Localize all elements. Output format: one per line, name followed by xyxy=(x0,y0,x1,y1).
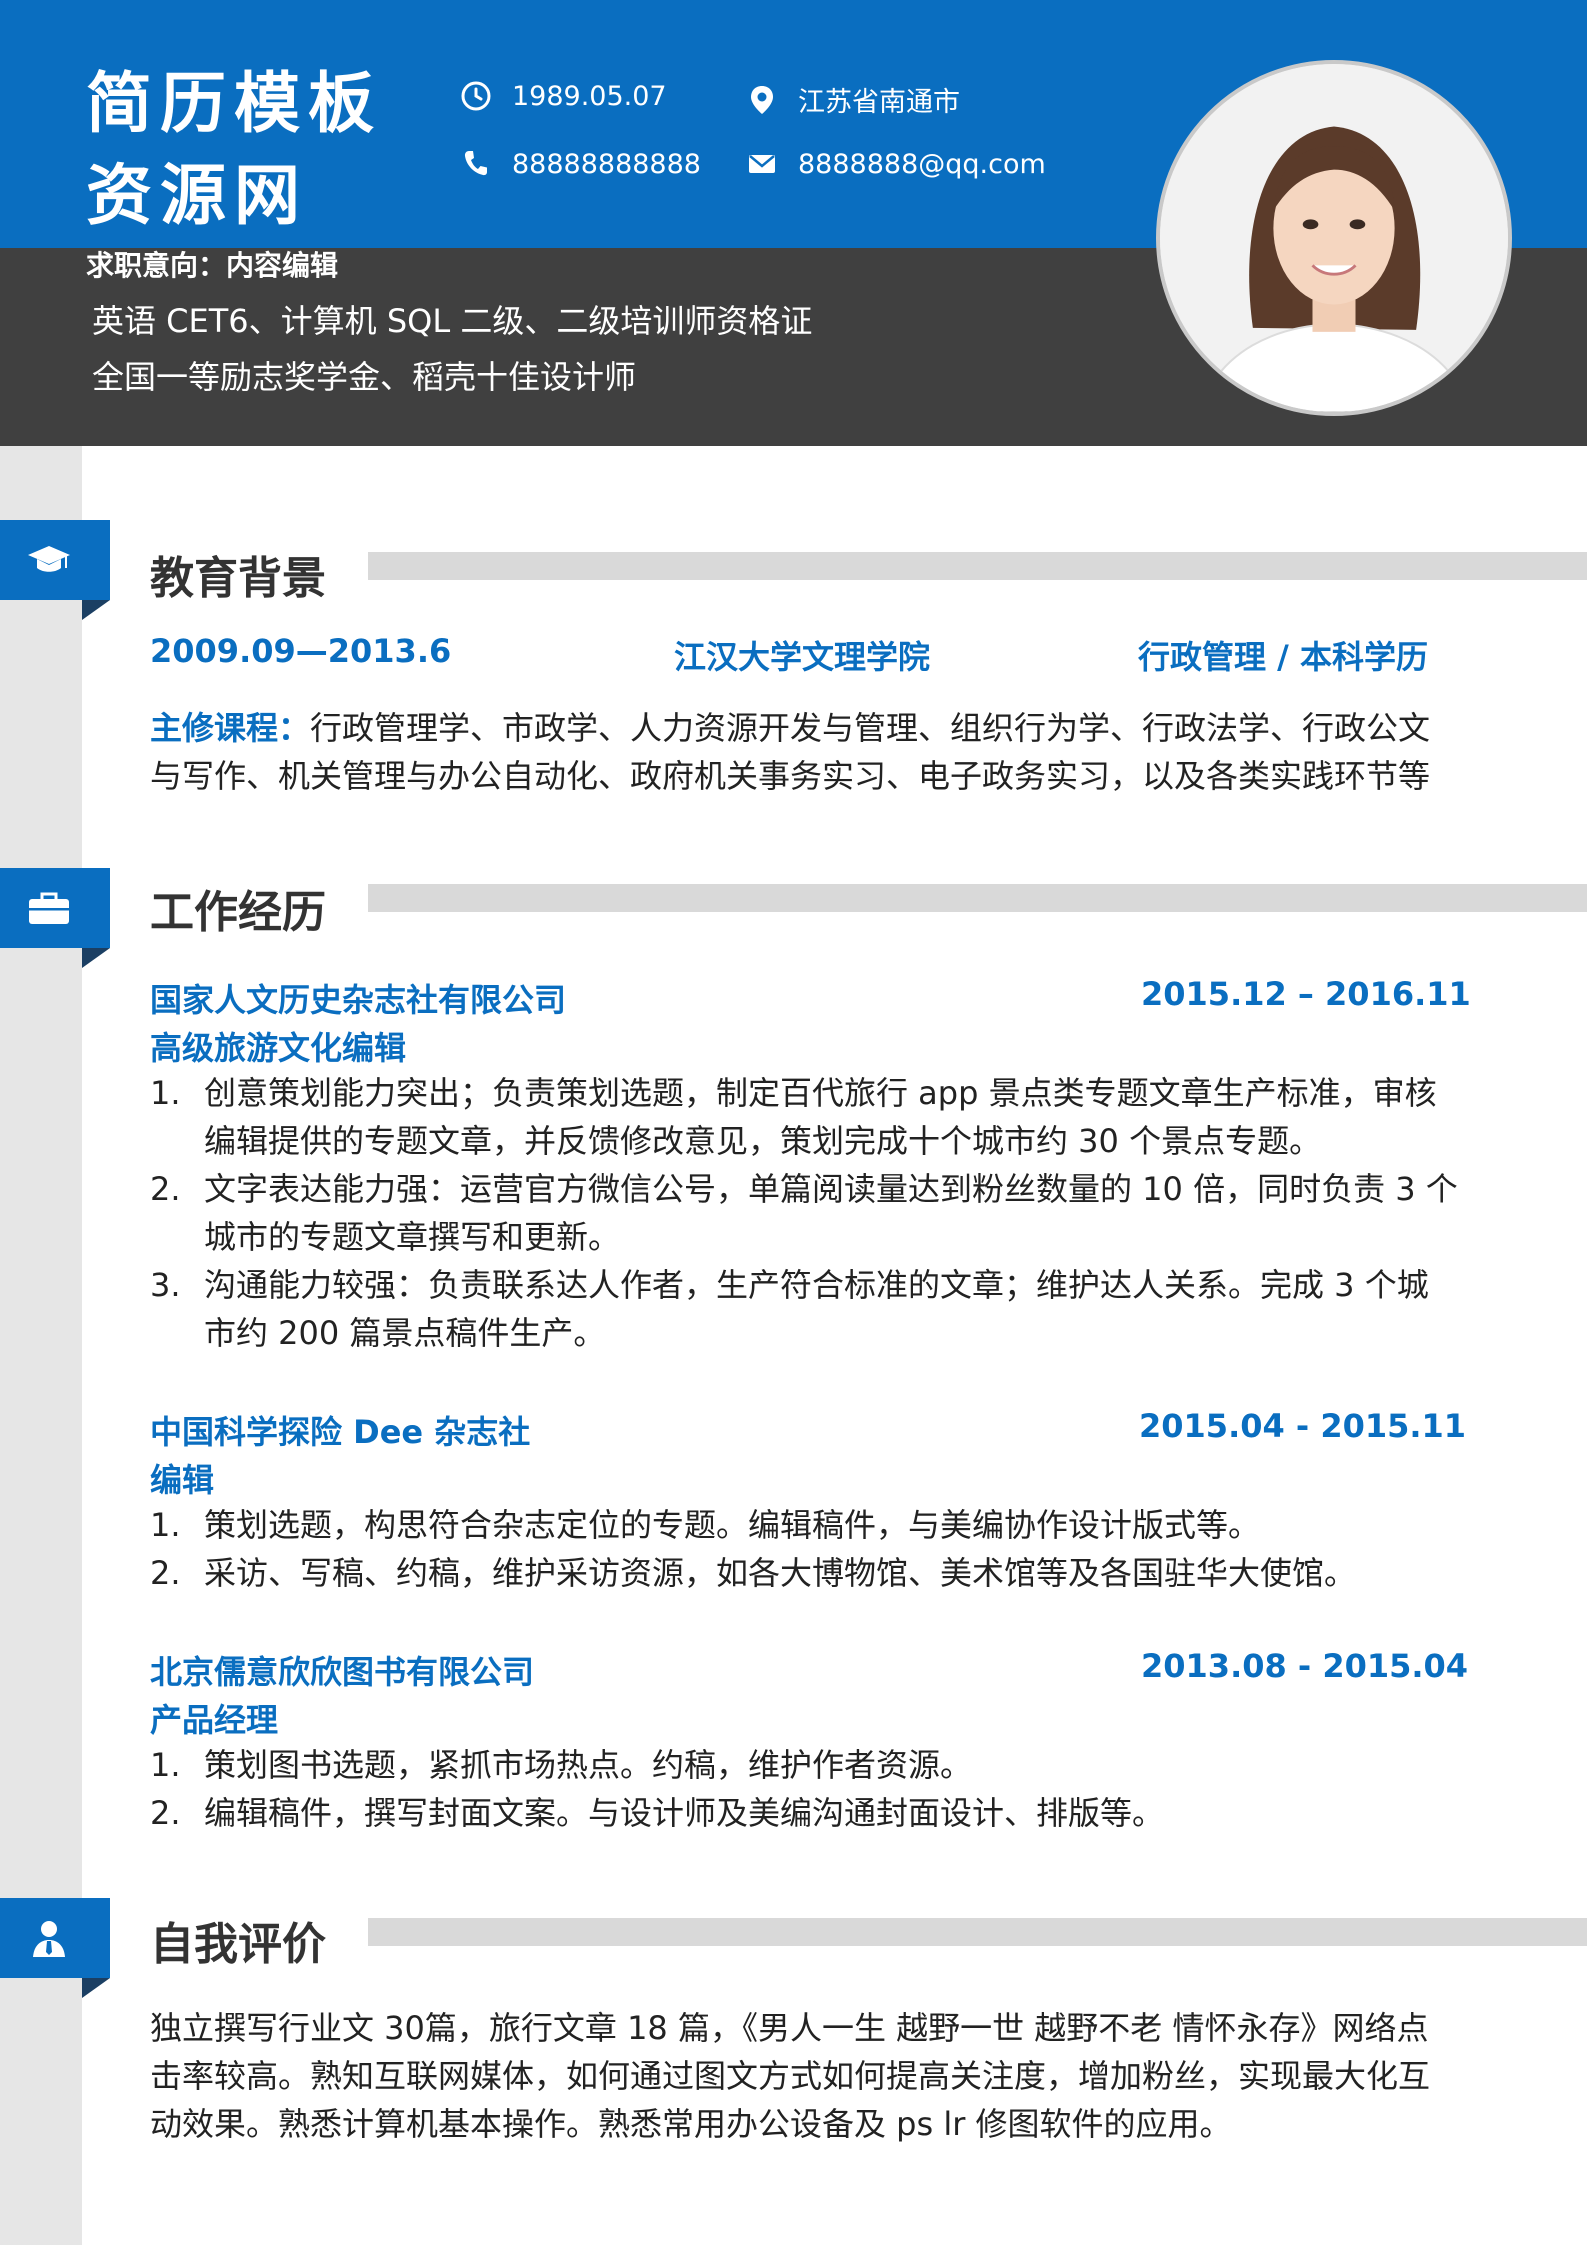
education-section-flag xyxy=(0,520,110,620)
email-address: 8888888@qq.com xyxy=(798,148,1046,180)
list-number: 2. xyxy=(150,1794,181,1832)
job-role: 高级旅游文化编辑 xyxy=(150,1029,407,1067)
job-company: 中国科学探险 Dee 杂志社 xyxy=(150,1413,531,1451)
job-company: 北京儒意欣欣图书有限公司 xyxy=(150,1653,535,1691)
education-title-bar xyxy=(368,552,1587,580)
list-text: 策划图书选题，紧抓市场热点。约稿，维护作者资源。 xyxy=(204,1746,973,1784)
list-item: 2. 编辑稿件，撰写封面文案。与设计师及美编沟通封面设计、排版等。 xyxy=(150,1789,1460,1837)
certificates-line: 英语 CET6、计算机 SQL 二级、二级培训师资格证 xyxy=(92,302,813,340)
education-period: 2009.09—2013.6 xyxy=(150,632,452,670)
profile-photo xyxy=(1156,60,1512,416)
portrait-image xyxy=(1160,64,1508,412)
list-text: 沟通能力较强：负责联系达人作者，生产符合标准的文章；维护达人关系。完成 3 个城… xyxy=(204,1266,1429,1352)
courses-text: 行政管理学、市政学、人力资源开发与管理、组织行为学、行政法学、行政公文与写作、机… xyxy=(150,709,1431,795)
job-role: 产品经理 xyxy=(150,1701,279,1739)
job-period: 2015.12 – 2016.11 xyxy=(1141,975,1471,1013)
job-intent: 求职意向：内容编辑 xyxy=(86,249,339,282)
list-number: 1. xyxy=(150,1746,181,1784)
list-number: 1. xyxy=(150,1074,181,1112)
self-evaluation-text: 独立撰写行业文 30篇，旅行文章 18 篇，《男人一生 越野一世 越野不老 情怀… xyxy=(150,2009,1431,2143)
resume-name: 简历模板 资源网 xyxy=(86,58,426,242)
location-info: 江苏省南通市 xyxy=(746,80,960,119)
list-number: 2. xyxy=(150,1170,181,1208)
phone-info: 88888888888 xyxy=(460,148,701,180)
education-title: 教育背景 xyxy=(150,553,326,604)
envelope-icon xyxy=(749,155,775,173)
list-number: 2. xyxy=(150,1554,181,1592)
phone-icon xyxy=(464,151,487,176)
name-line-1: 简历模板 xyxy=(86,65,382,142)
list-item: 3. 沟通能力较强：负责联系达人作者，生产符合标准的文章；维护达人关系。完成 3… xyxy=(150,1261,1460,1357)
list-text: 创意策划能力突出；负责策划选题，制定百代旅行 app 景点类专题文章生产标准，审… xyxy=(204,1074,1437,1160)
self-title: 自我评价 xyxy=(150,1919,326,1970)
email-info: 8888888@qq.com xyxy=(746,148,1046,180)
phone-number: 88888888888 xyxy=(512,148,701,180)
courses-label: 主修课程： xyxy=(150,709,311,747)
list-number: 3. xyxy=(150,1266,181,1304)
name-line-2: 资源网 xyxy=(86,157,308,234)
job-role: 编辑 xyxy=(150,1461,215,1499)
location-text: 江苏省南通市 xyxy=(798,87,960,118)
list-item: 1. 策划选题，构思符合杂志定位的专题。编辑稿件，与美编协作设计版式等。 xyxy=(150,1501,1460,1549)
awards-line: 全国一等励志奖学金、稻壳十佳设计师 xyxy=(92,358,637,396)
list-text: 采访、写稿、约稿，维护采访资源，如各大博物馆、美术馆等及各国驻华大使馆。 xyxy=(204,1554,1357,1592)
self-title-bar xyxy=(368,1918,1587,1946)
list-text: 文字表达能力强：运营官方微信公号，单篇阅读量达到粉丝数量的 10 倍，同时负责 … xyxy=(204,1170,1458,1256)
clock-icon xyxy=(461,81,491,111)
briefcase-icon xyxy=(29,892,69,924)
list-text: 策划选题，构思符合杂志定位的专题。编辑稿件，与美编协作设计版式等。 xyxy=(204,1506,1261,1544)
list-item: 1. 策划图书选题，紧抓市场热点。约稿，维护作者资源。 xyxy=(150,1741,1460,1789)
work-title-bar xyxy=(368,884,1587,912)
person-icon xyxy=(33,1921,65,1957)
list-number: 1. xyxy=(150,1506,181,1544)
self-section-flag xyxy=(0,1898,110,1998)
job-period: 2015.04 - 2015.11 xyxy=(1139,1407,1467,1445)
education-major: 行政管理 / 本科学历 xyxy=(1138,638,1428,676)
list-item: 2. 采访、写稿、约稿，维护采访资源，如各大博物馆、美术馆等及各国驻华大使馆。 xyxy=(150,1549,1460,1597)
education-courses: 主修课程：行政管理学、市政学、人力资源开发与管理、组织行为学、行政法学、行政公文… xyxy=(150,704,1460,800)
list-text: 编辑稿件，撰写封面文案。与设计师及美编沟通封面设计、排版等。 xyxy=(204,1794,1165,1832)
list-item: 2. 文字表达能力强：运营官方微信公号，单篇阅读量达到粉丝数量的 10 倍，同时… xyxy=(150,1165,1460,1261)
job-period: 2013.08 - 2015.04 xyxy=(1141,1647,1469,1685)
birth-info: 1989.05.07 xyxy=(460,80,667,112)
job-company: 国家人文历史杂志社有限公司 xyxy=(150,981,567,1019)
list-item: 1. 创意策划能力突出；负责策划选题，制定百代旅行 app 景点类专题文章生产标… xyxy=(150,1069,1460,1165)
work-section-flag xyxy=(0,868,110,968)
education-school: 江汉大学文理学院 xyxy=(674,638,931,676)
work-title: 工作经历 xyxy=(150,887,326,938)
graduation-cap-icon xyxy=(28,546,70,572)
map-pin-icon xyxy=(751,85,773,114)
birth-date: 1989.05.07 xyxy=(512,80,667,112)
